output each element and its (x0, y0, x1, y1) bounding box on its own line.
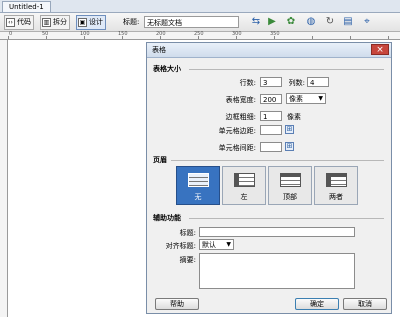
ruler-tick (8, 36, 9, 39)
header-section-title: 页眉 (153, 156, 167, 164)
refresh-icon[interactable]: ↻ (324, 16, 336, 28)
document-tab-strip: Untitled-1 (0, 0, 400, 13)
columns-input[interactable]: 4 (307, 77, 329, 87)
ruler-tick (84, 36, 85, 39)
code-view-label: 代码 (17, 18, 31, 26)
cell-spacing-label: 单元格间距: (218, 144, 256, 152)
code-view-button[interactable]: ‹› 代码 (4, 15, 34, 30)
align-caption-select[interactable]: 默认 ▼ (199, 239, 234, 250)
preview-icon[interactable]: ▶ (266, 16, 278, 28)
align-caption-label: 对齐标题: (165, 242, 196, 250)
design-icon: ▣ (78, 18, 87, 27)
caption-label: 标题: (179, 229, 196, 237)
width-unit-value: 像素 (289, 95, 303, 103)
browser-icon[interactable]: ◍ (305, 16, 317, 28)
rows-input[interactable]: 3 (260, 77, 282, 87)
caption-input[interactable] (199, 227, 355, 237)
cancel-button[interactable]: 取消 (343, 298, 387, 310)
cell-spacing-input[interactable] (260, 142, 282, 152)
border-thickness-input[interactable]: 1 (260, 111, 282, 121)
border-thickness-label: 边框粗细: (225, 113, 256, 121)
section-divider (189, 69, 384, 70)
header-option-both[interactable]: 两者 (314, 166, 358, 205)
ruler-tick (160, 36, 161, 39)
split-view-button[interactable]: ▥ 拆分 (40, 15, 70, 30)
table-width-label: 表格宽度: (225, 96, 256, 104)
ruler-mark: 0 (9, 31, 13, 37)
visual-aids-icon[interactable]: ⌖ (361, 16, 373, 28)
close-button[interactable]: × (371, 44, 389, 55)
ruler-tick (388, 36, 389, 39)
header-option-label: 顶部 (283, 193, 297, 201)
design-view-button[interactable]: ▣ 设计 (76, 15, 106, 30)
header-option-label: 无 (194, 193, 202, 201)
table-dialog: 表格 × 表格大小 行数: 3 列数: 4 表格宽度: 200 像素 ▼ 边框粗… (146, 42, 392, 314)
horizontal-ruler: 0 50 100 150 200 250 300 350 (0, 31, 400, 40)
align-caption-value: 默认 (202, 241, 216, 249)
title-input[interactable]: 无标题文档 (144, 16, 239, 28)
border-unit-label: 像素 (287, 113, 301, 121)
header-option-label: 两者 (329, 193, 343, 201)
header-top-icon (280, 173, 301, 187)
chevron-down-icon: ▼ (226, 241, 231, 248)
document-tab[interactable]: Untitled-1 (2, 1, 51, 12)
ruler-tick (46, 36, 47, 39)
ruler-tick (236, 36, 237, 39)
cell-padding-input[interactable] (260, 125, 282, 135)
design-view-label: 设计 (89, 18, 103, 26)
table-width-input[interactable]: 200 (260, 94, 282, 104)
title-label: 标题: (123, 18, 140, 26)
split-icon: ▥ (42, 18, 51, 27)
split-view-label: 拆分 (53, 18, 67, 26)
dialog-titlebar[interactable]: 表格 × (147, 43, 391, 58)
rows-label: 行数: (239, 79, 256, 87)
dialog-title: 表格 (152, 46, 166, 54)
header-option-label: 左 (240, 193, 248, 201)
accessibility-section-title: 辅助功能 (153, 214, 181, 222)
ruler-tick (274, 36, 275, 39)
cell-padding-icon: ⊞ (285, 125, 294, 134)
ruler-tick (312, 36, 313, 39)
vertical-ruler (0, 40, 8, 317)
columns-label: 列数: (288, 79, 305, 87)
header-both-icon (326, 173, 347, 187)
table-size-section-title: 表格大小 (153, 65, 181, 73)
summary-textarea[interactable] (199, 253, 355, 289)
ruler-tick (350, 36, 351, 39)
header-option-left[interactable]: 左 (222, 166, 266, 205)
section-divider (189, 218, 384, 219)
ok-button[interactable]: 确定 (295, 298, 339, 310)
ruler-tick (122, 36, 123, 39)
summary-label: 摘要: (179, 256, 196, 264)
header-left-icon (234, 173, 255, 187)
close-icon: × (376, 45, 384, 55)
section-divider (171, 160, 384, 161)
chevron-down-icon: ▼ (318, 95, 323, 102)
file-management-icon[interactable]: ⇆ (250, 16, 262, 28)
cell-spacing-icon: ⊞ (285, 142, 294, 151)
code-icon: ‹› (6, 18, 15, 27)
header-none-icon (188, 173, 209, 187)
view-options-icon[interactable]: ▤ (342, 16, 354, 28)
header-option-top[interactable]: 顶部 (268, 166, 312, 205)
help-button[interactable]: 帮助 (155, 298, 199, 310)
cell-padding-label: 单元格边距: (218, 127, 256, 135)
header-option-none[interactable]: 无 (176, 166, 220, 205)
ruler-tick (198, 36, 199, 39)
document-toolbar: ‹› 代码 ▥ 拆分 ▣ 设计 标题: 无标题文档 ⇆ ▶ ✿ ◍ ↻ ▤ ⌖ (0, 13, 400, 32)
debug-icon[interactable]: ✿ (285, 16, 297, 28)
width-unit-select[interactable]: 像素 ▼ (286, 93, 326, 104)
